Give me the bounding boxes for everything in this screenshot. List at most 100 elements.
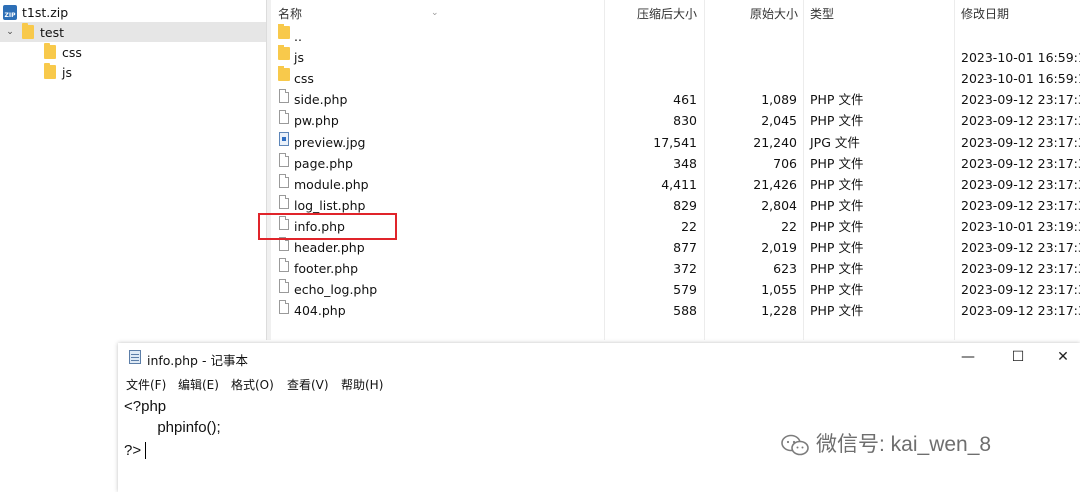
modified-date: 2023-09-12 23:17:32 [961, 134, 1080, 150]
tree-item-css[interactable]: css [44, 42, 82, 62]
table-row[interactable]: .. [271, 24, 1080, 47]
menu-edit[interactable]: 编辑(E) [178, 376, 219, 393]
code-line: <?php [124, 398, 167, 415]
tree-item-label: js [62, 64, 72, 80]
file-name: footer.php [294, 261, 359, 277]
file-name: 404.php [294, 303, 346, 319]
window-title: info.php - 记事本 [147, 353, 248, 368]
file-icon [279, 194, 289, 209]
folder-tree: ZIP t1st.zip ⌄ test css js [0, 0, 266, 340]
table-row[interactable]: css 2023-10-01 16:59:12 [271, 66, 1080, 89]
file-type: PHP 文件 [810, 218, 864, 234]
file-type: PHP 文件 [810, 92, 864, 108]
tree-root-label: t1st.zip [22, 4, 69, 20]
original-size: 21,426 [753, 176, 797, 192]
file-icon [279, 258, 289, 273]
original-size: 1,228 [761, 303, 797, 319]
file-name: side.php [294, 92, 348, 108]
folder-icon [22, 23, 34, 39]
tree-item-label: test [40, 24, 65, 40]
text-caret [145, 442, 146, 459]
table-row[interactable]: footer.php 372 623 PHP 文件 2023-09-12 23:17:3… [271, 258, 1080, 279]
file-type: PHP 文件 [810, 113, 864, 129]
original-size: 623 [773, 261, 797, 277]
modified-date: 2023-09-12 23:17:32 [961, 197, 1080, 213]
menu-help[interactable]: 帮助(H) [341, 376, 383, 393]
tree-item-js[interactable]: js [44, 62, 72, 82]
column-header-modified[interactable]: 修改日期 [961, 0, 1009, 26]
notepad-icon [129, 350, 141, 364]
modified-date: 2023-09-12 23:17:32 [961, 155, 1080, 171]
table-row[interactable]: 404.php 588 1,228 PHP 文件 2023-09-12 23:17:32 [271, 300, 1080, 321]
file-icon [279, 173, 289, 188]
column-header-original[interactable]: 原始大小 [750, 0, 798, 26]
zip-icon: ZIP [3, 4, 17, 20]
file-type: PHP 文件 [810, 303, 864, 319]
notepad-window: info.php - 记事本 — ☐ ✕ 文件(F) 编辑(E) 格式(O) 查… [118, 343, 1080, 492]
column-header-compressed[interactable]: 压缩后大小 [637, 0, 697, 26]
modified-date: 2023-09-12 23:17:32 [961, 176, 1080, 192]
compressed-size: 17,541 [653, 134, 697, 150]
minimize-button[interactable]: — [948, 347, 988, 367]
close-button[interactable]: ✕ [1043, 347, 1080, 367]
compressed-size: 877 [673, 240, 697, 255]
compressed-size: 579 [673, 282, 697, 298]
folder-icon [278, 24, 290, 39]
table-row[interactable]: side.php 461 1,089 PHP 文件 2023-09-12 23:17:3… [271, 89, 1080, 110]
modified-date: 2023-10-01 23:19:37 [961, 218, 1080, 234]
original-size: 706 [773, 155, 797, 171]
wechat-icon [781, 435, 809, 456]
modified-date: 2023-09-12 23:17:32 [961, 261, 1080, 277]
table-row[interactable]: echo_log.php 579 1,055 PHP 文件 2023-09-12 23:… [271, 279, 1080, 300]
original-size: 1,089 [761, 92, 797, 108]
original-size: 2,804 [761, 197, 797, 213]
file-icon [279, 279, 289, 294]
file-name: header.php [294, 240, 365, 255]
compressed-size: 4,411 [661, 176, 697, 192]
file-type: PHP 文件 [810, 282, 864, 298]
column-header-type[interactable]: 类型 [810, 0, 834, 26]
menu-file[interactable]: 文件(F) [126, 376, 166, 393]
menu-bar: 文件(F) 编辑(E) 格式(O) 查看(V) 帮助(H) [118, 373, 1080, 393]
file-type: PHP 文件 [810, 240, 864, 255]
modified-date: 2023-09-12 23:17:32 [961, 240, 1080, 255]
folder-icon [278, 66, 290, 82]
file-type: PHP 文件 [810, 261, 864, 277]
file-type: PHP 文件 [810, 176, 864, 192]
maximize-button[interactable]: ☐ [998, 347, 1038, 367]
title-bar[interactable]: info.php - 记事本 — ☐ ✕ [118, 343, 1080, 371]
compressed-size: 348 [673, 155, 697, 171]
table-row[interactable]: page.php 348 706 PHP 文件 2023-09-12 23:17:32 [271, 152, 1080, 174]
modified-date: 2023-09-12 23:17:32 [961, 92, 1080, 108]
table-row[interactable]: js 2023-10-01 16:59:12 [271, 45, 1080, 68]
modified-date: 2023-09-12 23:17:32 [961, 113, 1080, 129]
compressed-size: 588 [673, 303, 697, 319]
file-type: JPG 文件 [810, 134, 860, 150]
file-name: .. [294, 29, 302, 44]
file-list: 名称 ⌄ 压缩后大小 原始大小 类型 修改日期 .. js 2023-10-01 1… [271, 0, 1080, 340]
file-name: pw.php [294, 113, 339, 129]
tree-item-label: css [62, 44, 82, 60]
watermark: 微信号: kai_wen_8 [780, 428, 991, 458]
table-row[interactable]: header.php 877 2,019 PHP 文件 2023-09-12 23:17… [271, 237, 1080, 258]
file-icon [279, 110, 289, 125]
modified-date: 2023-10-01 16:59:12 [961, 50, 1080, 66]
original-size: 2,019 [761, 240, 797, 255]
tree-root[interactable]: ZIP t1st.zip [3, 2, 68, 22]
tree-item-test[interactable]: ⌄ test [0, 22, 266, 42]
watermark-text: 微信号: kai_wen_8 [816, 433, 992, 456]
column-header-name[interactable]: 名称 [278, 0, 302, 26]
file-icon [279, 300, 289, 315]
menu-view[interactable]: 查看(V) [287, 376, 329, 393]
file-name: echo_log.php [294, 282, 378, 298]
table-row[interactable]: module.php 4,411 21,426 PHP 文件 2023-09-12 23… [271, 173, 1080, 195]
folder-icon [44, 43, 56, 59]
menu-format[interactable]: 格式(O) [231, 376, 274, 393]
table-row[interactable]: pw.php 830 2,045 PHP 文件 2023-09-12 23:17:32 [271, 110, 1080, 131]
chevron-down-icon[interactable]: ⌄ [4, 27, 16, 37]
modified-date: 2023-09-12 23:17:32 [961, 303, 1080, 319]
table-row[interactable]: preview.jpg 17,541 21,240 JPG 文件 2023-09-12 … [271, 131, 1080, 153]
original-size: 1,055 [761, 282, 797, 298]
file-type: PHP 文件 [810, 155, 864, 171]
image-icon [279, 131, 289, 146]
